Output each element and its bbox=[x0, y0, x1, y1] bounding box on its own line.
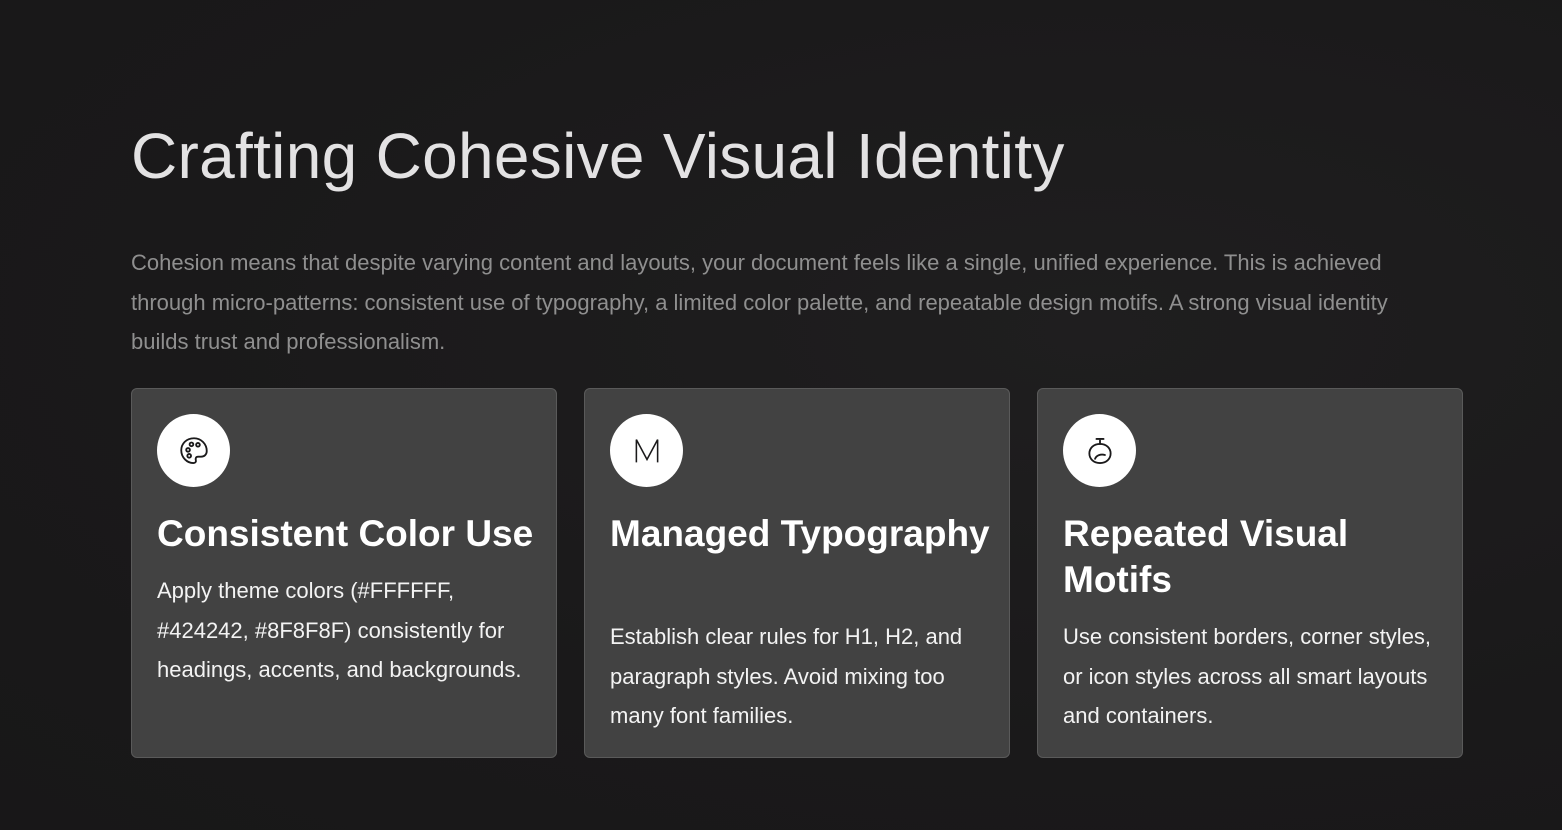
slide-title: Crafting Cohesive Visual Identity bbox=[131, 120, 1065, 192]
card-body: Apply theme colors (#FFFFFF, #424242, #8… bbox=[157, 578, 522, 682]
card-repeated-visual-motifs: Repeated Visual Motifs Use consistent bo… bbox=[1037, 388, 1463, 758]
card-title: Repeated Visual Motifs bbox=[1063, 513, 1349, 600]
card-title: Managed Typography bbox=[610, 513, 990, 554]
letter-m-icon bbox=[610, 414, 683, 487]
palette-icon bbox=[157, 414, 230, 487]
feature-cards: Consistent Color Use Apply theme colors … bbox=[131, 388, 1465, 760]
card-body: Use consistent borders, corner styles, o… bbox=[1063, 624, 1432, 728]
card-consistent-color-use: Consistent Color Use Apply theme colors … bbox=[131, 388, 557, 758]
card-managed-typography: Managed Typography Establish clear rules… bbox=[584, 388, 1010, 758]
slide: Crafting Cohesive Visual Identity Cohesi… bbox=[0, 0, 1562, 830]
fruit-icon bbox=[1063, 414, 1136, 487]
intro-paragraph: Cohesion means that despite varying cont… bbox=[131, 250, 1388, 354]
card-body: Establish clear rules for H1, H2, and pa… bbox=[610, 624, 963, 728]
card-title: Consistent Color Use bbox=[157, 513, 534, 554]
